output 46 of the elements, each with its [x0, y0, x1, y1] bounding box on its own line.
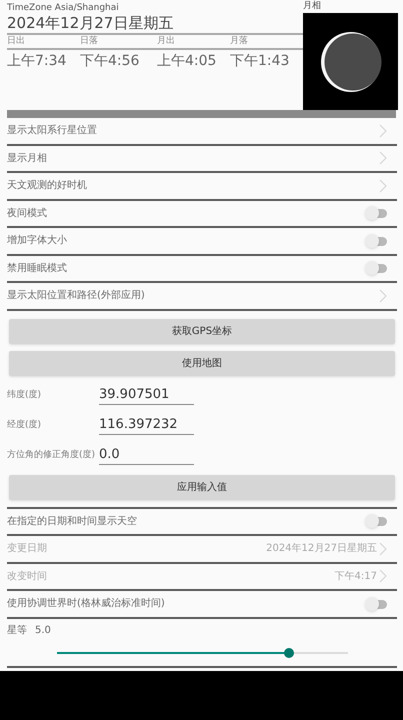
toggle-switch[interactable] [365, 234, 387, 248]
setting-label[interactable]: 在指定的日期和时间显示天空 [7, 514, 137, 529]
field-label: 纬度(度) [7, 388, 42, 402]
action-button[interactable]: 获取GPS坐标 [9, 318, 395, 344]
date-heading: 2024年12月27日星期五 [7, 14, 303, 35]
chevron-right-icon [379, 178, 387, 193]
magnitude-slider[interactable] [56, 648, 348, 658]
moon-icon [320, 30, 382, 92]
chevron-right-icon [379, 542, 387, 556]
setting-label[interactable]: 天文观测的好时机 [7, 178, 87, 194]
setting-value: 下午4:17 [334, 570, 377, 584]
moon-phase-label: 月相 [303, 0, 322, 13]
time-label: 日落 [80, 35, 99, 48]
input-field[interactable]: 0.0 [99, 446, 194, 465]
setting-label[interactable]: 夜间模式 [7, 206, 47, 221]
magnitude-label: 星等 [7, 624, 27, 638]
chevron-right-icon [379, 151, 387, 166]
input-field[interactable]: 116.397232 [99, 416, 194, 435]
timezone-label: TimeZone Asia/Shanghai [7, 3, 120, 14]
time-value: 上午4:05 [157, 52, 218, 71]
time-label: 月出 [157, 35, 176, 48]
setting-label[interactable]: 使用协调世界时(格林威治标准时间) [7, 596, 165, 612]
chevron-right-icon [379, 288, 387, 303]
time-label: 月落 [230, 35, 249, 48]
magnitude-reading: 5.0 [35, 624, 51, 638]
toggle-switch[interactable] [365, 514, 387, 528]
time-label: 日出 [7, 35, 26, 48]
time-value: 下午1:43 [230, 52, 290, 71]
setting-label[interactable]: 显示太阳系行星位置 [7, 123, 97, 138]
time-value: 下午4:56 [80, 52, 140, 71]
action-button[interactable]: 使用地图 [9, 350, 395, 376]
setting-label[interactable]: 增加字体大小 [7, 233, 67, 248]
chevron-right-icon [379, 124, 387, 138]
setting-label[interactable]: 显示月相 [7, 150, 47, 166]
time-value: 上午7:34 [7, 52, 68, 71]
toggle-switch[interactable] [365, 596, 387, 611]
setting-value: 2024年12月27日星期五 [266, 542, 377, 556]
setting-label[interactable]: 禁用睡眠模式 [7, 260, 67, 276]
chevron-right-icon [379, 569, 387, 584]
toggle-switch[interactable] [365, 261, 387, 276]
field-label: 方位角的修正角度(度) [7, 448, 96, 462]
input-field[interactable]: 39.907501 [99, 386, 194, 405]
field-label: 经度(度) [7, 418, 42, 432]
setting-label[interactable]: 显示太阳位置和路径(外部应用) [7, 288, 145, 304]
toggle-switch[interactable] [365, 206, 387, 220]
apply-button[interactable]: 应用输入值 [9, 474, 395, 500]
